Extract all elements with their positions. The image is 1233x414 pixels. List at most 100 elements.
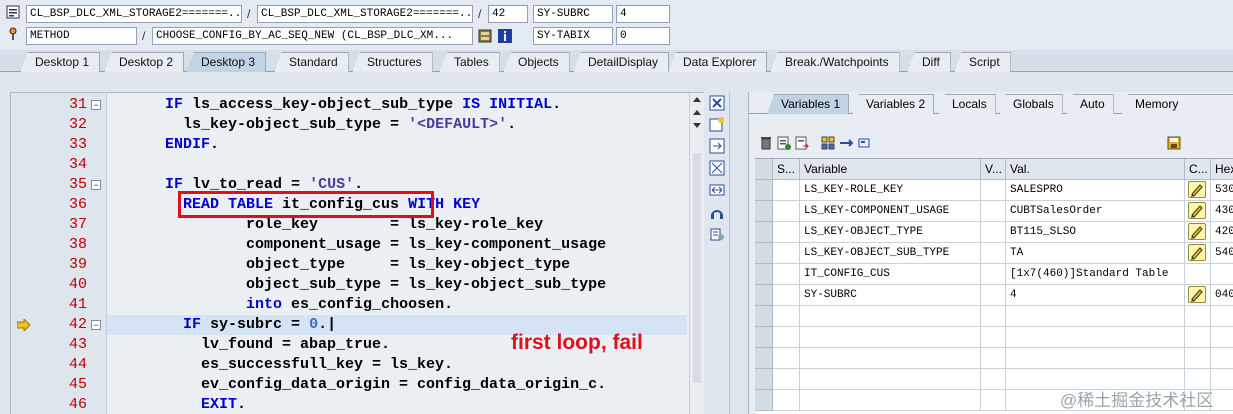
row-selector[interactable] [755,243,773,264]
var2-value-field[interactable]: 0 [616,27,670,45]
row-selector[interactable] [755,390,773,411]
var1-name-field[interactable]: SY-SUBRC [533,5,613,23]
cell-change[interactable] [1185,180,1211,201]
cell-variable[interactable]: IT_CONFIG_CUS [800,264,981,285]
edit-pencil-icon[interactable] [1188,181,1206,198]
col-header-val[interactable]: Val. [1006,159,1185,180]
cell-variable[interactable] [800,369,981,390]
tab-desktop-1[interactable]: Desktop 1 [20,52,101,72]
info-icon[interactable] [498,29,512,43]
settings-icon[interactable] [709,226,725,242]
tab-standard[interactable]: Standard [274,52,349,72]
cell-val[interactable] [1006,327,1185,348]
tab-script[interactable]: Script [954,52,1011,72]
tab-objects[interactable]: Objects [503,52,570,72]
hierarchy-icon[interactable] [821,136,835,150]
new-tool-icon[interactable] [709,116,725,132]
cell-change[interactable] [1185,222,1211,243]
fold-toggle-icon[interactable]: − [91,320,101,330]
cell-variable[interactable]: LS_KEY-COMPONENT_USAGE [800,201,981,222]
cell-variable[interactable] [800,390,981,411]
col-header-c[interactable]: C... [1185,159,1211,180]
cell-variable[interactable] [800,306,981,327]
line-field[interactable]: 42 [488,5,528,23]
tab-variables-2[interactable]: Variables 2 [852,94,935,114]
tab-memory-analysis[interactable]: Memory Analysis [1121,94,1233,114]
var1-value-field[interactable]: 4 [616,5,670,23]
fold-toggle-icon[interactable]: − [91,100,101,110]
col-header-hex[interactable]: Hex [1211,159,1233,180]
maximize-icon[interactable] [709,160,725,176]
var2-name-field[interactable]: SY-TABIX [533,27,613,45]
cell-change[interactable] [1185,285,1211,306]
tab-desktop-3[interactable]: Desktop 3 [186,52,267,72]
transfer-icon[interactable] [839,136,854,150]
cell-change[interactable] [1185,306,1211,327]
tab-desktop-2[interactable]: Desktop 2 [104,52,185,72]
cell-val[interactable]: SALESPRO [1006,180,1185,201]
cell-val[interactable]: 4 [1006,285,1185,306]
row-selector[interactable] [755,285,773,306]
cell-variable[interactable] [800,348,981,369]
tab-structures[interactable]: Structures [352,52,433,72]
row-selector[interactable] [755,201,773,222]
tab-detaildisplay[interactable]: DetailDisplay [573,52,670,72]
row-selector[interactable] [755,348,773,369]
cell-val[interactable] [1006,348,1185,369]
services-icon[interactable] [709,204,725,220]
tab-auto[interactable]: Auto [1066,94,1114,114]
list-icon[interactable] [777,136,791,150]
cell-change[interactable] [1185,327,1211,348]
save-icon[interactable] [1167,136,1181,150]
include-field[interactable]: CL_BSP_DLC_XML_STORAGE2=======... [257,5,473,23]
cell-variable[interactable]: SY-SUBRC [800,285,981,306]
program-field[interactable]: CL_BSP_DLC_XML_STORAGE2=======... [26,5,242,23]
tab-locals[interactable]: Locals [938,94,996,114]
edit-pencil-icon[interactable] [1188,223,1206,240]
cell-change[interactable] [1185,264,1211,285]
cell-val[interactable]: CUBTSalesOrder [1006,201,1185,222]
edit-pencil-icon[interactable] [1188,202,1206,219]
cell-val[interactable]: TA [1006,243,1185,264]
resize-icon[interactable] [709,182,725,198]
row-selector[interactable] [755,264,773,285]
row-selector[interactable] [755,327,773,348]
col-header-v[interactable]: V... [981,159,1006,180]
tag-icon[interactable] [857,136,871,150]
cell-change[interactable] [1185,348,1211,369]
delete-icon[interactable] [759,136,773,150]
tab-breakpoints[interactable]: Break./Watchpoints [770,52,900,72]
cell-val[interactable]: [1x7(460)]Standard Table [1006,264,1185,285]
col-header-variable[interactable]: Variable [800,159,981,180]
cell-variable[interactable]: LS_KEY-OBJECT_TYPE [800,222,981,243]
source-code-editor[interactable]: 31 32 33 34 35 36 37 38 39 40 41 42 43 4… [10,92,704,414]
cell-val[interactable] [1006,306,1185,327]
tab-data-explorer[interactable]: Data Explorer [668,52,768,72]
swap-tool-icon[interactable] [709,138,725,154]
close-icon[interactable] [709,95,725,111]
cell-variable[interactable]: LS_KEY-OBJECT_SUB_TYPE [800,243,981,264]
cell-variable[interactable] [800,327,981,348]
row-selector[interactable] [755,306,773,327]
row-selector[interactable] [755,369,773,390]
cell-change[interactable] [1185,201,1211,222]
tab-tables[interactable]: Tables [439,52,500,72]
row-selector[interactable] [755,222,773,243]
tab-diff[interactable]: Diff [907,52,951,72]
navigate-icon[interactable] [478,29,492,43]
header-select-all[interactable] [755,159,773,180]
col-header-s[interactable]: S... [773,159,800,180]
cell-val[interactable]: BT115_SLSO [1006,222,1185,243]
edit-pencil-icon[interactable] [1188,286,1206,303]
fold-toggle-icon[interactable]: − [91,180,101,190]
cell-variable[interactable]: LS_KEY-ROLE_KEY [800,180,981,201]
export-icon[interactable] [795,136,809,150]
tab-globals[interactable]: Globals [999,94,1063,114]
cell-change[interactable] [1185,243,1211,264]
row-selector[interactable] [755,180,773,201]
tab-variables-1[interactable]: Variables 1 [767,94,850,114]
event-type-field[interactable]: METHOD [26,27,137,45]
edit-pencil-icon[interactable] [1188,244,1206,261]
event-name-field[interactable]: CHOOSE_CONFIG_BY_AC_SEQ_NEW (CL_BSP_DLC_… [152,27,473,45]
editor-scrollbar[interactable] [689,93,703,414]
